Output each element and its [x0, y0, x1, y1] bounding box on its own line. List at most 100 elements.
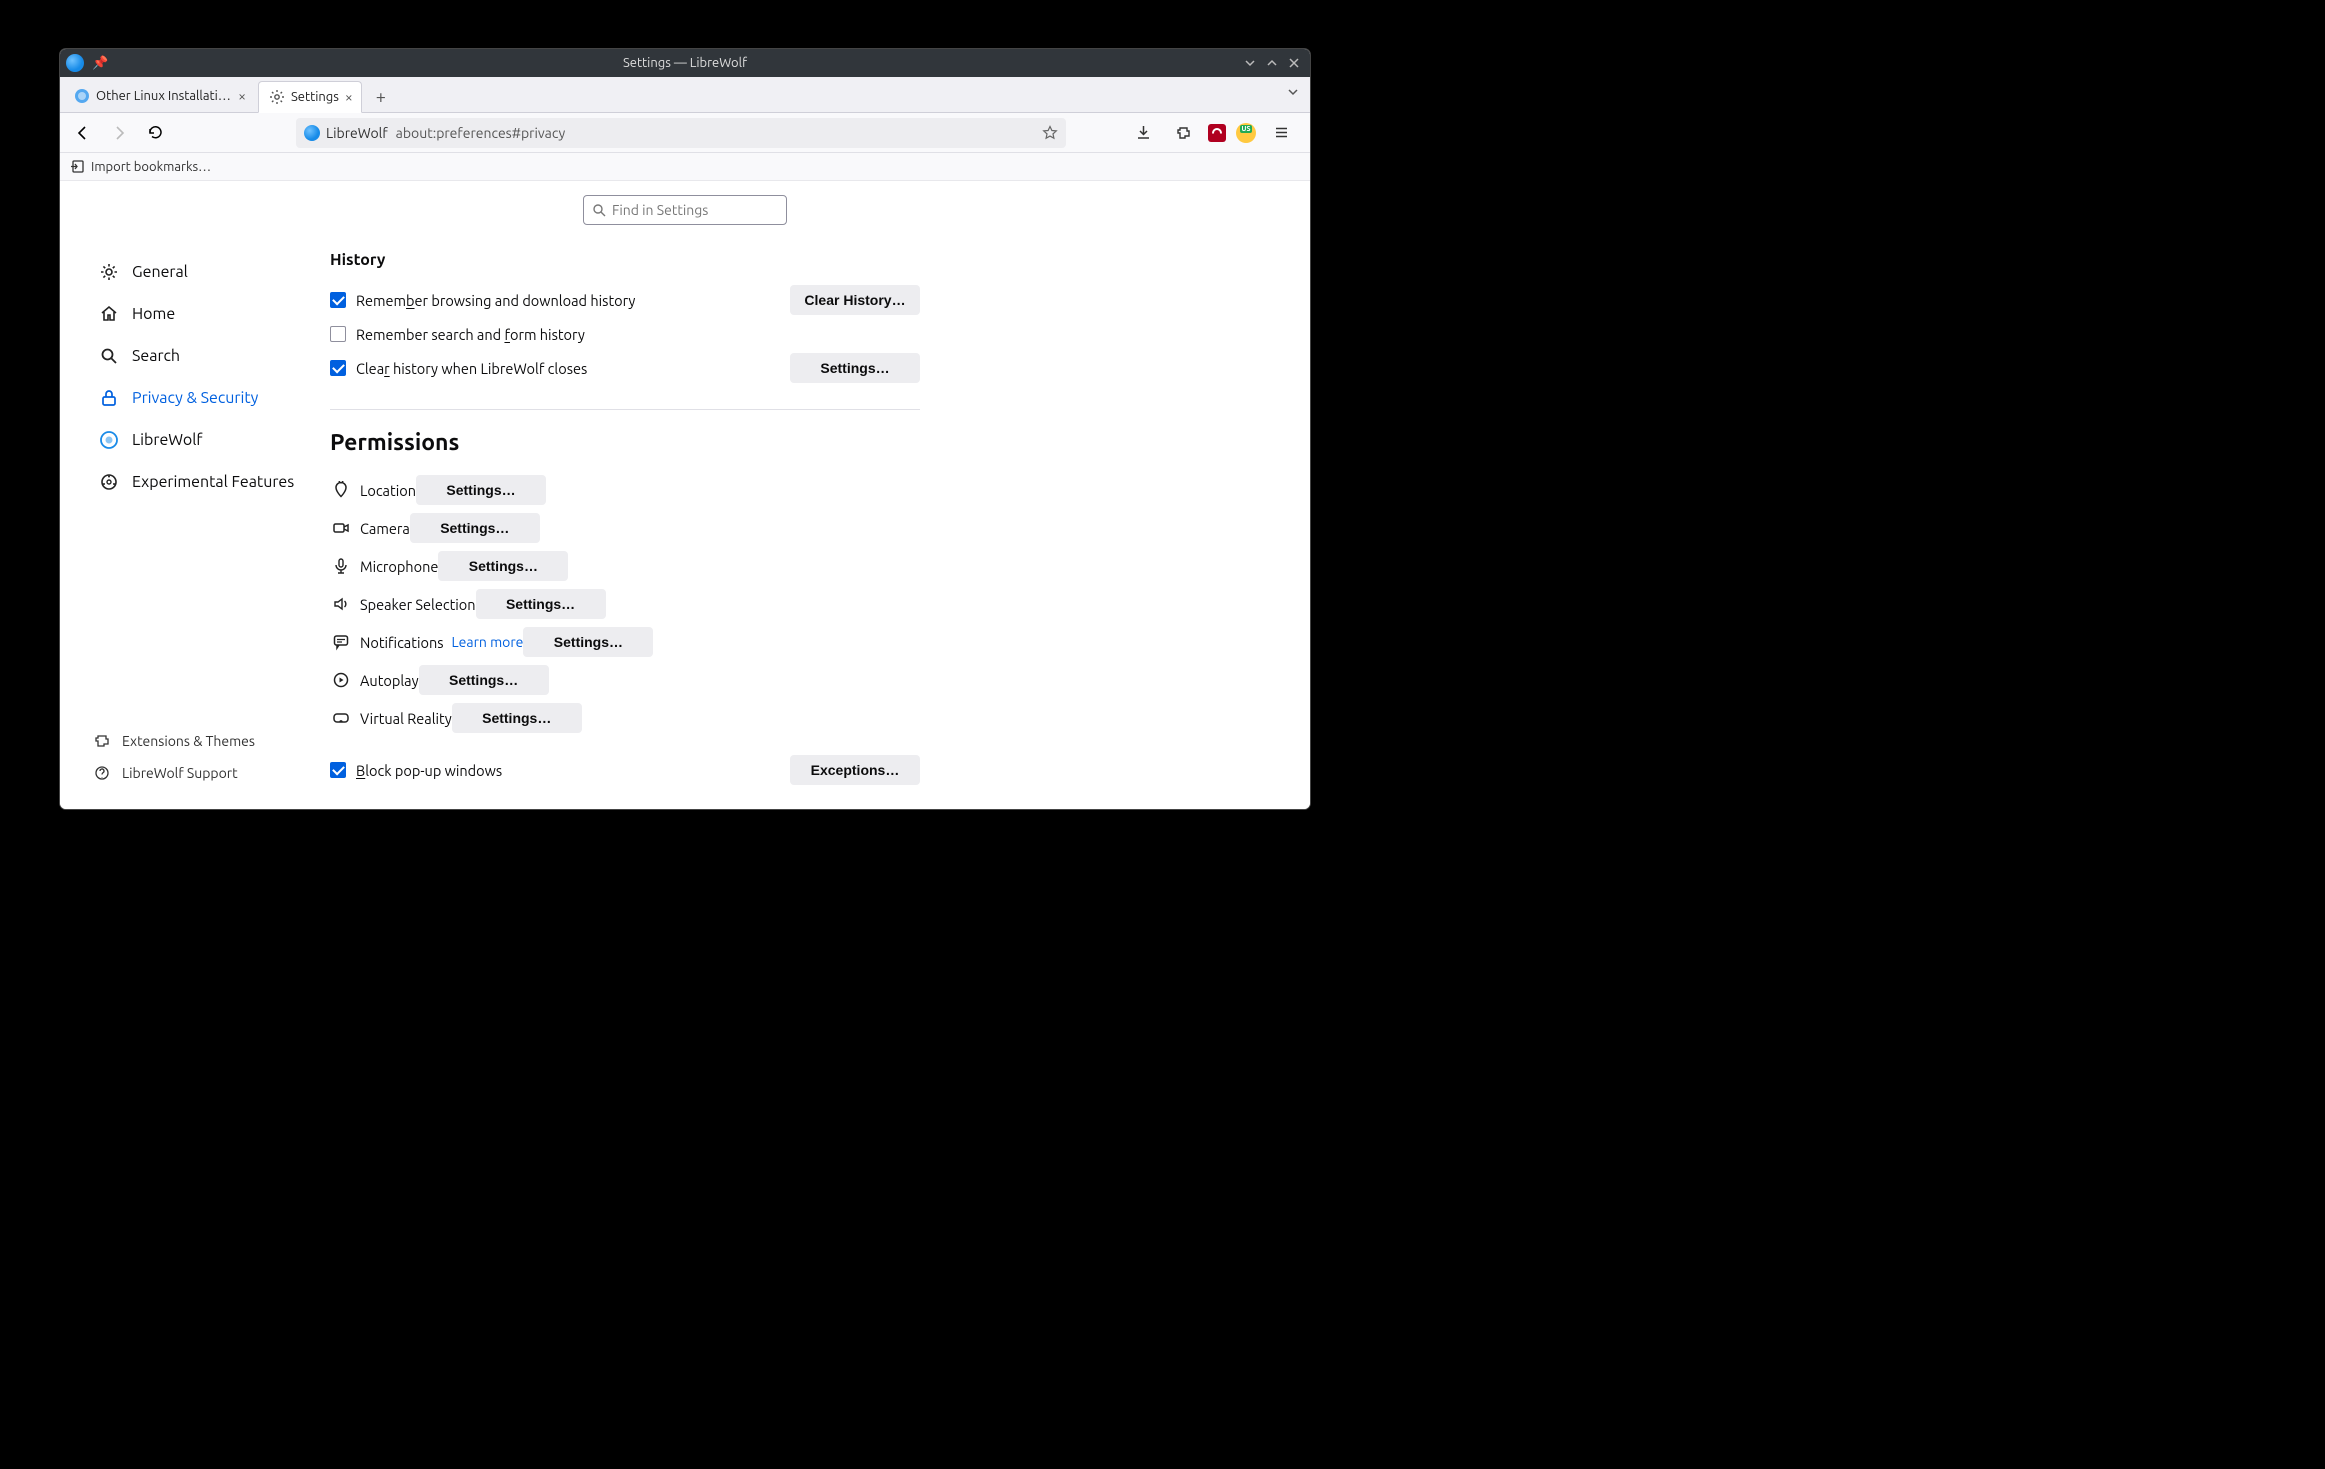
app-window: 📌 Settings — LibreWolf Other Linux Insta… — [60, 49, 1310, 809]
remember-browsing-label: Remember browsing and download history — [356, 292, 635, 309]
search-icon — [98, 345, 120, 367]
location-icon — [330, 481, 352, 499]
category-label: Privacy & Security — [132, 389, 258, 407]
back-button[interactable] — [68, 118, 98, 148]
clear-on-close-settings-button[interactable]: Settings… — [790, 353, 920, 383]
import-bookmarks-link[interactable]: Import bookmarks… — [91, 160, 211, 174]
toolbar: LibreWolf about:preferences#privacy US — [60, 113, 1310, 153]
window-close-button[interactable] — [1288, 57, 1300, 69]
camera-settings-button[interactable]: Settings… — [410, 513, 540, 543]
librewolf-icon — [304, 125, 320, 141]
window-title: Settings — LibreWolf — [60, 56, 1310, 70]
permissions-heading: Permissions — [330, 430, 920, 455]
window-maximize-button[interactable] — [1266, 57, 1278, 69]
librewolf-icon — [98, 429, 120, 451]
category-librewolf[interactable]: LibreWolf — [94, 419, 330, 461]
settings-sidebar: General Home Search Privacy & Security — [60, 181, 330, 809]
permission-notifications-label: Notifications — [360, 634, 444, 651]
permission-speaker-label: Speaker Selection — [360, 596, 476, 613]
microphone-settings-button[interactable]: Settings… — [438, 551, 568, 581]
permission-microphone-label: Microphone — [360, 558, 438, 575]
block-popups-checkbox[interactable] — [330, 762, 346, 778]
category-privacy[interactable]: Privacy & Security — [94, 377, 330, 419]
category-experimental[interactable]: Experimental Features — [94, 461, 330, 503]
category-general[interactable]: General — [94, 251, 330, 293]
block-popups-label: Block pop-up windows — [356, 762, 502, 779]
puzzle-icon — [94, 733, 112, 749]
url-bar[interactable]: LibreWolf about:preferences#privacy — [296, 118, 1066, 148]
permission-vr-label: Virtual Reality — [360, 710, 452, 727]
user-agent-switcher-icon[interactable]: US — [1236, 123, 1256, 143]
content-area: Find in Settings General Home S — [60, 181, 1310, 809]
vr-settings-button[interactable]: Settings… — [452, 703, 582, 733]
tab-title: Other Linux Installation – L — [96, 89, 232, 103]
learn-more-link[interactable]: Learn more — [452, 634, 524, 650]
tab-close-button[interactable]: × — [345, 89, 353, 105]
help-icon — [94, 765, 112, 781]
remember-search-checkbox[interactable] — [330, 326, 346, 342]
app-icon — [66, 54, 84, 72]
ublock-icon[interactable] — [1208, 124, 1226, 142]
librewolf-icon — [74, 88, 90, 104]
urlbar-url: about:preferences#privacy — [396, 125, 566, 141]
speaker-icon — [330, 595, 352, 613]
lock-icon — [98, 387, 120, 409]
tab-title: Settings — [291, 90, 339, 104]
urlbar-brand: LibreWolf — [326, 125, 388, 141]
pin-icon[interactable]: 📌 — [92, 56, 108, 71]
librewolf-support-link[interactable]: LibreWolf Support — [94, 757, 330, 789]
reload-button[interactable] — [140, 118, 170, 148]
permission-camera-label: Camera — [360, 520, 410, 537]
find-in-settings-input[interactable]: Find in Settings — [583, 195, 787, 225]
search-placeholder: Find in Settings — [612, 202, 708, 218]
bookmark-star-button[interactable] — [1042, 125, 1058, 141]
app-menu-button[interactable] — [1266, 118, 1296, 148]
import-bookmarks-icon — [70, 159, 85, 174]
link-label: LibreWolf Support — [122, 765, 238, 781]
remember-search-label: Remember search and form history — [356, 326, 585, 343]
extensions-button[interactable] — [1168, 118, 1198, 148]
category-label: General — [132, 263, 188, 281]
new-tab-button[interactable]: + — [366, 82, 396, 112]
remember-browsing-checkbox[interactable] — [330, 292, 346, 308]
category-label: Experimental Features — [132, 473, 294, 491]
notification-icon — [330, 633, 352, 651]
tabs-overflow-button[interactable] — [1286, 85, 1300, 99]
forward-button[interactable] — [104, 118, 134, 148]
bookmarks-bar: Import bookmarks… — [60, 153, 1310, 181]
category-label: Home — [132, 305, 175, 323]
window-minimize-button[interactable] — [1244, 57, 1256, 69]
autoplay-icon — [330, 671, 352, 689]
notifications-settings-button[interactable]: Settings… — [523, 627, 653, 657]
category-search[interactable]: Search — [94, 335, 330, 377]
category-label: LibreWolf — [132, 431, 202, 449]
clear-on-close-label: Clear history when LibreWolf closes — [356, 360, 587, 377]
link-label: Extensions & Themes — [122, 733, 255, 749]
gear-icon — [98, 261, 120, 283]
permission-autoplay-label: Autoplay — [360, 672, 419, 689]
flask-icon — [98, 471, 120, 493]
permission-location-label: Location — [360, 482, 416, 499]
history-heading: History — [330, 251, 920, 269]
autoplay-settings-button[interactable]: Settings… — [419, 665, 549, 695]
downloads-button[interactable] — [1128, 118, 1158, 148]
gear-icon — [269, 89, 285, 105]
speaker-settings-button[interactable]: Settings… — [476, 589, 606, 619]
clear-on-close-checkbox[interactable] — [330, 360, 346, 376]
microphone-icon — [330, 557, 352, 575]
home-icon — [98, 303, 120, 325]
tab-other-linux[interactable]: Other Linux Installation – L × — [64, 80, 254, 112]
extensions-themes-link[interactable]: Extensions & Themes — [94, 725, 330, 757]
titlebar: 📌 Settings — LibreWolf — [60, 49, 1310, 77]
settings-main: History Remember browsing and download h… — [330, 181, 1310, 809]
camera-icon — [330, 519, 352, 537]
tab-close-button[interactable]: × — [238, 88, 246, 104]
vr-icon — [330, 709, 352, 727]
clear-history-button[interactable]: Clear History… — [790, 285, 920, 315]
popup-exceptions-button[interactable]: Exceptions… — [790, 755, 920, 785]
category-label: Search — [132, 347, 180, 365]
tab-settings[interactable]: Settings × — [258, 81, 362, 113]
category-home[interactable]: Home — [94, 293, 330, 335]
location-settings-button[interactable]: Settings… — [416, 475, 546, 505]
tab-bar: Other Linux Installation – L × Settings … — [60, 77, 1310, 113]
